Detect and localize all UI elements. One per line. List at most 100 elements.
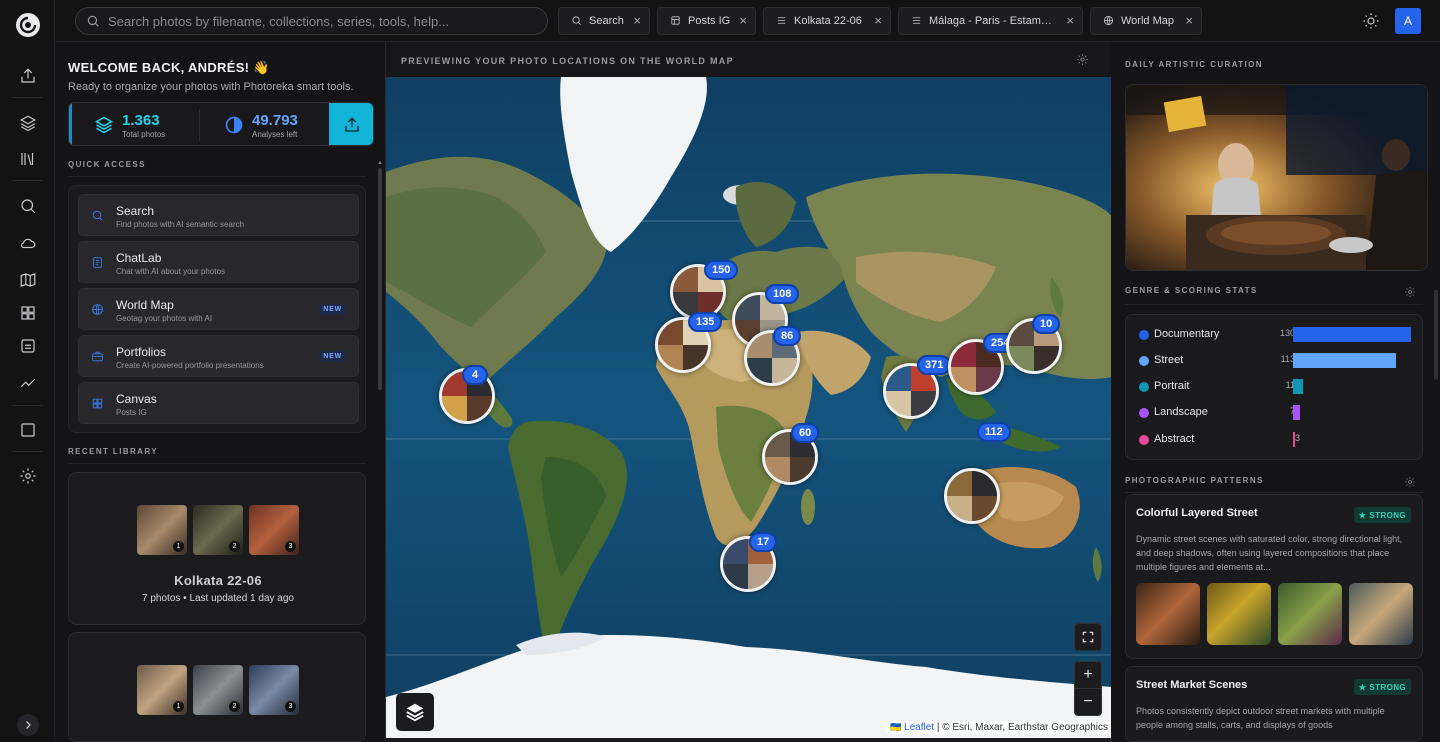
fullscreen-button[interactable] [1074, 623, 1102, 651]
pattern-thumbnail[interactable] [1207, 583, 1271, 645]
global-search-input[interactable] [108, 13, 528, 29]
app: Search × Posts IG × Kolkata 22-06 × Mála… [0, 0, 1440, 742]
square-icon[interactable] [17, 419, 39, 441]
cluster-count-badge[interactable]: 86 [773, 326, 802, 346]
strong-badge: ★ STRONG [1353, 679, 1411, 695]
quick-access-subtitle: Create AI-powered portfolio presentation… [116, 361, 264, 370]
quick-access-title: Portfolios [116, 345, 167, 359]
map-icon[interactable] [17, 269, 39, 291]
zoom-out-button[interactable]: − [1074, 688, 1102, 716]
pattern-title: Colorful Layered Street [1136, 507, 1258, 519]
ukraine-flag-icon: 🇺🇦 [890, 722, 902, 732]
cluster-count-badge[interactable]: 60 [791, 423, 820, 443]
cluster-count-badge[interactable]: 108 [765, 284, 800, 304]
theme-toggle-sun-icon[interactable] [1362, 12, 1380, 30]
right-panel-scrollbar[interactable] [1434, 290, 1438, 380]
genre-row[interactable]: Abstract 3 [1126, 430, 1424, 450]
patterns-settings-gear-icon[interactable] [1404, 475, 1416, 487]
tab-label: Kolkata 22-06 [794, 15, 862, 27]
daily-curation-photo[interactable] [1125, 84, 1428, 271]
cluster-count-badge[interactable]: 17 [749, 532, 778, 552]
library-icon[interactable] [17, 148, 39, 170]
genre-bar [1293, 432, 1295, 447]
cluster-count-badge[interactable]: 135 [688, 312, 723, 332]
thumbnail-index: 1 [173, 541, 184, 552]
new-badge: NEW [319, 304, 346, 315]
upload-icon[interactable] [17, 65, 39, 87]
quick-access-chatlab[interactable]: ChatLab Chat with AI about your photos [78, 241, 359, 283]
cluster-count-badge[interactable]: 150 [704, 260, 739, 280]
cluster-count-badge[interactable]: 10 [1032, 314, 1061, 334]
pattern-description: Dynamic street scenes with saturated col… [1136, 534, 1403, 572]
genre-row[interactable]: Portrait 114 [1126, 377, 1424, 397]
tab-close-icon[interactable]: × [1177, 14, 1193, 27]
collection-thumbnail: 2 [193, 665, 243, 715]
tab-close-icon[interactable]: × [731, 14, 747, 27]
genre-row[interactable]: Landscape 74 [1126, 403, 1424, 423]
search-icon[interactable] [17, 195, 39, 217]
tab-close-icon[interactable]: × [1058, 14, 1074, 27]
quick-access-subtitle: Chat with AI about your photos [116, 267, 225, 276]
tab-search[interactable]: Search × [558, 7, 650, 35]
world-map-imagery [386, 77, 1112, 738]
user-avatar[interactable]: A [1395, 8, 1421, 34]
genre-row[interactable]: Street 1138 [1126, 351, 1424, 371]
tab-posts-ig[interactable]: Posts IG × [657, 7, 756, 35]
share-button[interactable] [329, 103, 373, 145]
zoom-in-button[interactable]: + [1074, 661, 1102, 689]
genre-bar [1293, 327, 1411, 342]
recent-collection-card[interactable]: 1 2 3 Kolkata 22-06 7 photos • Last upda… [68, 472, 366, 625]
settings-gear-icon[interactable] [17, 465, 39, 487]
world-map[interactable]: 150 108 135 86 4 371 254 10 60 112 17 + … [386, 77, 1112, 738]
collection-thumbnail: 1 [137, 665, 187, 715]
genre-row[interactable]: Documentary 1300 [1126, 325, 1424, 345]
quick-access-portfolios[interactable]: Portfolios Create AI-powered portfolio p… [78, 335, 359, 377]
genre-color-dot [1139, 356, 1149, 366]
trend-icon[interactable] [17, 372, 39, 394]
tab-world-map[interactable]: World Map × [1090, 7, 1202, 35]
thumbnail-index: 1 [173, 701, 184, 712]
recent-collection-card[interactable]: 1 2 3 [68, 632, 366, 742]
cloud-icon[interactable] [17, 232, 39, 254]
layers-icon [406, 703, 424, 722]
tab-malaga-paris[interactable]: Málaga - Paris - Estampas × [898, 7, 1083, 35]
canvas-icon[interactable] [17, 335, 39, 357]
map-layers-button[interactable] [396, 693, 434, 731]
quick-access-canvas[interactable]: Canvas Posts IG [78, 382, 359, 424]
tab-kolkata[interactable]: Kolkata 22-06 × [763, 7, 891, 35]
tab-close-icon[interactable]: × [625, 14, 641, 27]
layers-icon[interactable] [17, 112, 39, 134]
collection-thumbnail: 3 [249, 665, 299, 715]
tab-close-icon[interactable]: × [866, 14, 882, 27]
photoreka-logo-icon[interactable] [15, 12, 41, 38]
pattern-card[interactable]: Street Market Scenes ★ STRONG Photos cons… [1125, 666, 1423, 742]
search-icon [91, 209, 105, 223]
new-badge: NEW [319, 351, 346, 362]
cluster-count-badge[interactable]: 4 [462, 365, 488, 385]
quick-access-world-map[interactable]: World Map Geotag your photos with AI NEW [78, 288, 359, 330]
genre-settings-gear-icon[interactable] [1404, 285, 1416, 297]
cluster-count-badge[interactable]: 371 [917, 355, 952, 375]
total-photos-value: 1.363 [122, 111, 160, 129]
quick-access-subtitle: Find photos with AI semantic search [116, 220, 245, 229]
quick-access-title: Canvas [116, 392, 157, 406]
pattern-thumbnail[interactable] [1349, 583, 1413, 645]
cluster-count-badge[interactable]: 112 [977, 422, 1011, 442]
map-settings-gear-icon[interactable] [1076, 53, 1090, 67]
photo-cluster-marker[interactable] [944, 468, 1000, 524]
global-search[interactable] [75, 7, 548, 35]
pattern-card[interactable]: Colorful Layered Street ★ STRONG Dynamic … [1125, 494, 1423, 659]
collection-thumbnail: 3 [249, 505, 299, 555]
left-rail [0, 0, 55, 742]
scroll-up-arrow-icon[interactable]: ▲ [377, 160, 383, 166]
quick-access-search[interactable]: Search Find photos with AI semantic sear… [78, 194, 359, 236]
home-panel: WELCOME BACK, ANDRÉS! 👋 Ready to organiz… [55, 42, 385, 742]
leaflet-link[interactable]: Leaflet [904, 722, 934, 733]
dashboard-icon[interactable] [17, 302, 39, 324]
pattern-thumbnail[interactable] [1278, 583, 1342, 645]
panel-scrollbar[interactable] [378, 168, 382, 390]
expand-sidebar-button[interactable] [17, 714, 39, 736]
pattern-thumbnail[interactable] [1136, 583, 1200, 645]
genre-value: 1138 [1280, 354, 1300, 364]
thumbnail-index: 3 [285, 701, 296, 712]
